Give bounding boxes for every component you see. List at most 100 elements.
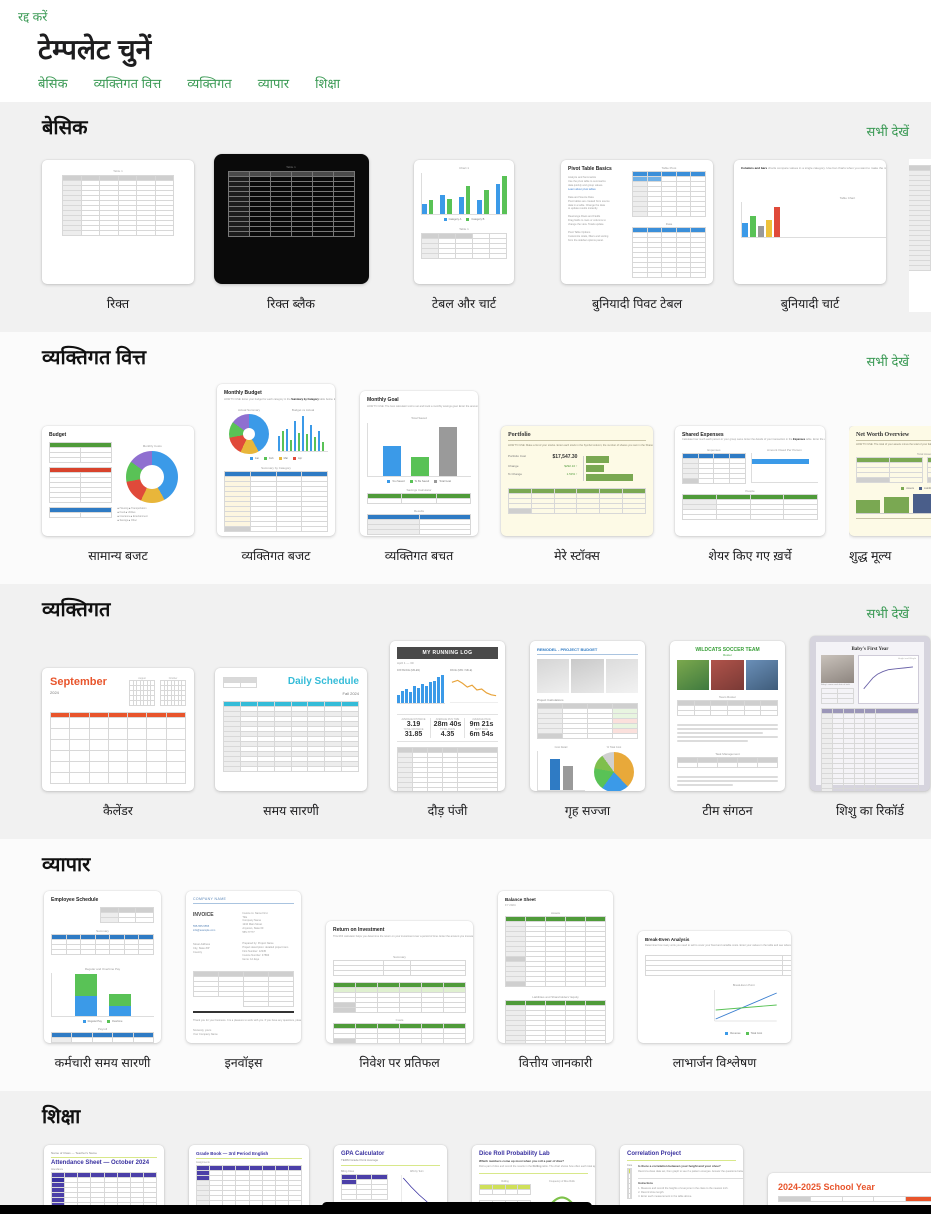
template-card[interactable]: 2024-2025 School Year xyxy=(768,1145,931,1212)
thumb-subheading: INVOICE xyxy=(193,911,214,918)
thumb-heading: Daily Schedule xyxy=(287,676,359,688)
template-card[interactable]: Budget Monthly Costs ■ Housing ■ Transpo… xyxy=(42,426,194,564)
thumb-heading: Pivot Table Basics xyxy=(568,166,612,173)
template-card[interactable]: Balance Sheet FY 2024 Assets Liabilities… xyxy=(498,891,613,1071)
template-thumbnail[interactable]: Break-Even Analysis Determine how many u… xyxy=(638,931,791,1044)
stat-value: 3.19 xyxy=(406,721,421,729)
template-card[interactable]: Baby's First Year Baby's name and date o… xyxy=(810,636,930,819)
template-card[interactable]: Chart 1 Category A Category B Table 1 टे… xyxy=(390,160,538,312)
legend-item: Category B xyxy=(466,218,484,222)
template-thumbnail[interactable]: Daily Schedule Fall 2024 xyxy=(215,668,367,792)
template-card[interactable]: Grade Book — 3rd Period English Assignme… xyxy=(189,1145,309,1212)
template-thumbnail[interactable] xyxy=(909,159,931,313)
template-thumbnail[interactable]: Net Worth Overview HOW TO USE: The total… xyxy=(849,426,931,537)
template-thumbnail[interactable]: Return on Investment This ROI calculator… xyxy=(326,921,473,1044)
template-thumbnail[interactable]: Monthly Goal HOW TO USE: The best calcul… xyxy=(360,391,478,537)
template-thumbnail[interactable]: Grade Book — 3rd Period English Assignme… xyxy=(189,1145,309,1212)
template-card[interactable]: Pivot Table Basics Analyze and Summarize… xyxy=(561,160,713,312)
category-tabbar: बेसिक व्यक्तिगत वित्त व्यक्तिगत व्यापार … xyxy=(0,74,931,103)
template-card[interactable]: Employee Schedule Summary Regular and Ov… xyxy=(44,891,161,1071)
section-title: व्यक्तिगत xyxy=(42,599,111,622)
thumb-heading: Portfolio xyxy=(508,432,531,439)
template-card[interactable]: COMPANY NAME INVOICE 555-555-5555 info@ex… xyxy=(186,891,301,1071)
template-card[interactable]: Correlation Project Data Is there a corr… xyxy=(620,1145,743,1212)
section-title: व्यापार xyxy=(42,854,91,877)
template-thumbnail[interactable]: Chart 1 Category A Category B Table 1 xyxy=(414,160,514,285)
template-card[interactable]: Monthly Budget HOW TO USE: Enter your bu… xyxy=(217,384,335,564)
thumb-heading: Correlation Project xyxy=(627,1151,682,1158)
section-header-business: व्यापार xyxy=(0,839,931,877)
thumb-heading: 2024-2025 School Year xyxy=(778,1182,875,1193)
template-row-basic[interactable]: Table 1 रिक्त Table 1 रिक्त ब्लैक Chart … xyxy=(0,140,931,313)
template-caption: शेयर किए गए ख़र्चे xyxy=(708,549,792,564)
template-caption: कैलेंडर xyxy=(103,804,133,819)
template-thumbnail[interactable]: Portfolio HOW TO USE: Make a list of you… xyxy=(501,426,653,537)
thumb-heading: Monthly Budget xyxy=(224,390,262,397)
template-thumbnail[interactable]: Correlation Project Data Is there a corr… xyxy=(620,1145,743,1212)
template-thumbnail[interactable]: WILDCATS SOCCER TEAM Roster Team Roster xyxy=(670,641,785,792)
section-title: बेसिक xyxy=(42,117,88,140)
template-card[interactable]: Daily Schedule Fall 2024 समय सारणी xyxy=(215,668,367,819)
horizontal-scrollbar-education[interactable] xyxy=(0,1205,931,1214)
template-card[interactable]: MY RUNNING LOG April 1 — 30 DISTANCE (MI… xyxy=(390,641,505,819)
template-card[interactable]: WILDCATS SOCCER TEAM Roster Team Roster xyxy=(670,641,785,819)
template-thumbnail[interactable]: September 2024 August October xyxy=(42,668,194,792)
growth-line xyxy=(863,666,914,690)
see-all-personal[interactable]: सभी देखें xyxy=(867,604,909,622)
template-thumbnail[interactable]: REMODEL - PROJECT BUDGET Project Calcula… xyxy=(530,641,645,792)
stat-value: 31.85 xyxy=(404,731,423,739)
template-thumbnail[interactable]: Balance Sheet FY 2024 Assets Liabilities… xyxy=(498,891,613,1044)
template-thumbnail[interactable]: Name of Class — Teacher's Name Attendanc… xyxy=(44,1145,164,1212)
template-card-partial[interactable] xyxy=(909,159,931,313)
template-card[interactable]: Portfolio HOW TO USE: Make a list of you… xyxy=(501,426,653,564)
tab-personal[interactable]: व्यक्तिगत xyxy=(187,74,231,92)
template-caption: शिशु का रिकॉर्ड xyxy=(836,804,904,819)
tab-education[interactable]: शिक्षा xyxy=(315,74,340,92)
see-all-basic[interactable]: सभी देखें xyxy=(867,122,909,140)
tab-personal-finance[interactable]: व्यक्तिगत वित्त xyxy=(94,74,162,92)
template-thumbnail[interactable]: Monthly Budget HOW TO USE: Enter your bu… xyxy=(217,384,335,537)
thumb-heading: Attendance Sheet — October 2024 xyxy=(51,1159,150,1166)
tab-basic[interactable]: बेसिक xyxy=(38,74,68,92)
template-thumbnail[interactable]: Pivot Table Basics Analyze and Summarize… xyxy=(561,160,713,285)
template-card[interactable]: Net Worth Overview HOW TO USE: The total… xyxy=(849,426,931,564)
template-thumbnail[interactable]: MY RUNNING LOG April 1 — 30 DISTANCE (MI… xyxy=(390,641,505,792)
template-card[interactable]: Return on Investment This ROI calculator… xyxy=(326,921,473,1071)
template-card[interactable]: Monthly Goal HOW TO USE: The best calcul… xyxy=(360,391,478,564)
template-caption: इनवॉइस xyxy=(224,1056,263,1071)
template-card[interactable]: Columns and bars charts compare values i… xyxy=(734,160,886,312)
tab-business[interactable]: व्यापार xyxy=(258,74,289,92)
template-row-business[interactable]: Employee Schedule Summary Regular and Ov… xyxy=(0,877,931,1071)
template-thumbnail[interactable]: Employee Schedule Summary Regular and Ov… xyxy=(44,891,161,1044)
template-row-personal-finance[interactable]: Budget Monthly Costs ■ Housing ■ Transpo… xyxy=(0,370,931,564)
thumb-chart-title: Chart 1 xyxy=(459,166,469,171)
template-caption: कर्मचारी समय सारणी xyxy=(54,1056,151,1071)
template-card[interactable]: REMODEL - PROJECT BUDGET Project Calcula… xyxy=(530,641,645,819)
template-thumbnail[interactable]: Table 1 xyxy=(42,160,194,285)
template-card[interactable]: Shared Expenses Calculate how much each … xyxy=(675,426,825,564)
template-card[interactable]: Table 1 xyxy=(213,154,369,312)
section-education: शिक्षा Name of Class — Teacher's Name At… xyxy=(0,1091,931,1212)
stat-value: 4.35 xyxy=(440,731,455,739)
see-all-personal-finance[interactable]: सभी देखें xyxy=(867,352,909,370)
template-thumbnail[interactable]: Shared Expenses Calculate how much each … xyxy=(675,426,825,537)
template-thumbnail[interactable]: COMPANY NAME INVOICE 555-555-5555 info@ex… xyxy=(186,891,301,1044)
template-thumbnail[interactable]: Budget Monthly Costs ■ Housing ■ Transpo… xyxy=(42,426,194,537)
template-card[interactable]: Table 1 xyxy=(42,160,194,312)
template-card[interactable]: Name of Class — Teacher's Name Attendanc… xyxy=(44,1145,164,1212)
template-row-personal[interactable]: September 2024 August October कैलेंडर Da… xyxy=(0,622,931,819)
template-thumbnail[interactable]: Columns and bars charts compare values i… xyxy=(734,160,886,285)
template-card[interactable]: September 2024 August October कैलेंडर xyxy=(42,668,194,819)
thumb-heading: Grade Book — 3rd Period English xyxy=(196,1151,269,1157)
template-row-education[interactable]: Name of Class — Teacher's Name Attendanc… xyxy=(0,1129,931,1212)
section-personal: व्यक्तिगत सभी देखें September 2024 Augus… xyxy=(0,584,931,840)
template-card[interactable]: Break-Even Analysis Determine how many u… xyxy=(638,931,791,1071)
cancel-button[interactable]: रद्द करें xyxy=(18,8,47,25)
template-thumbnail[interactable]: Baby's First Year Baby's name and date o… xyxy=(810,636,930,792)
thumb-subheading: Which numbers come up most when you roll… xyxy=(479,1159,565,1164)
section-personal-finance: व्यक्तिगत वित्त सभी देखें Budget Monthly… xyxy=(0,332,931,585)
stat-value: 9m 21s xyxy=(469,721,494,729)
section-basic: बेसिक सभी देखें Table 1 रिक्त Table 1 रि… xyxy=(0,102,931,333)
title-area: टेम्पलेट चुनें xyxy=(0,28,931,75)
template-thumbnail[interactable]: Table 1 xyxy=(213,154,369,285)
